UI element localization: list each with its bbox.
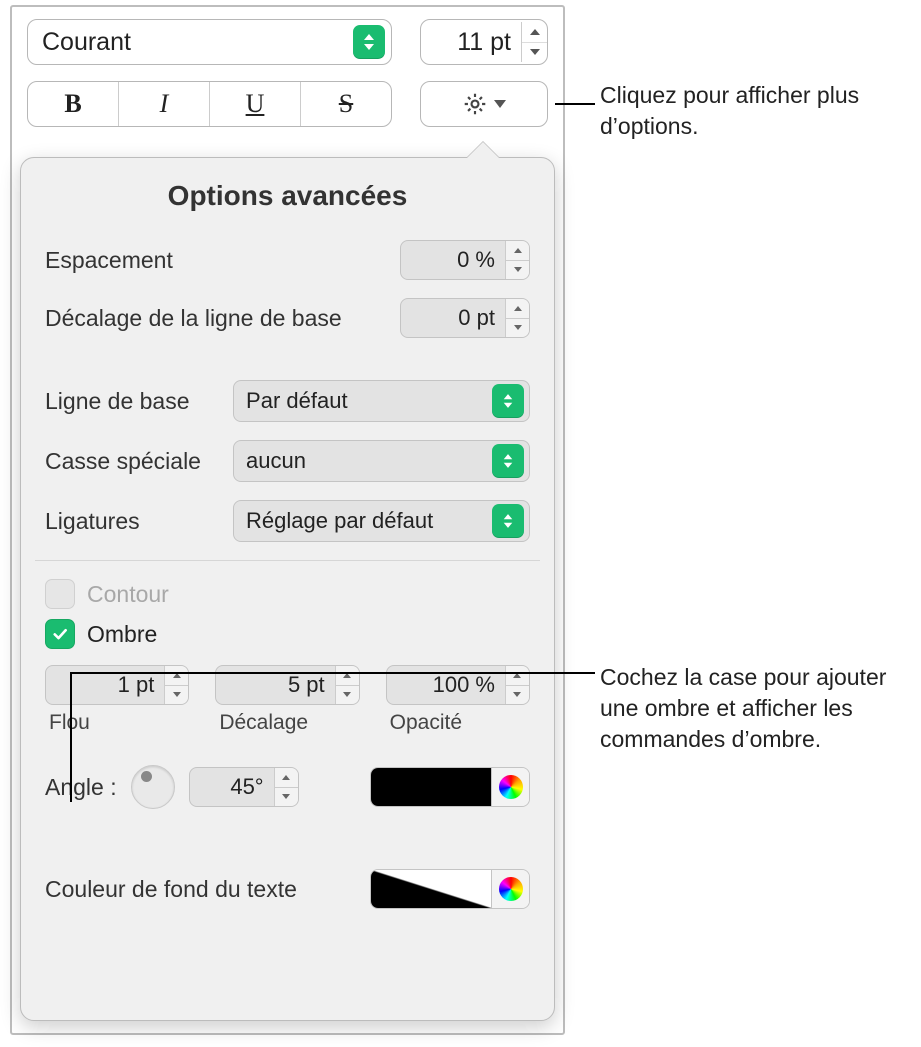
shadow-color-well[interactable] <box>370 767 530 807</box>
ligatures-select[interactable]: Réglage par défaut <box>233 500 530 542</box>
stepper-icon <box>274 768 298 806</box>
chevron-down-icon <box>494 100 506 108</box>
shadow-blur-label: Flou <box>45 711 189 735</box>
baseline-shift-stepper[interactable]: 0 pt <box>400 298 530 338</box>
font-family-value: Courant <box>28 28 353 57</box>
caps-label: Casse spéciale <box>45 448 233 475</box>
advanced-options-popover: Options avancées Espacement 0 % Décalage… <box>20 157 555 1021</box>
font-size-value: 11 pt <box>421 28 521 57</box>
baseline-value: Par défaut <box>234 388 492 414</box>
spacing-label: Espacement <box>45 247 400 274</box>
stepper-icon <box>505 241 529 279</box>
shadow-color-swatch <box>371 768 491 806</box>
dropdown-icon <box>492 444 524 478</box>
text-style-segmented: B I U S <box>27 81 392 127</box>
shadow-checkbox[interactable] <box>45 619 75 649</box>
baseline-label: Ligne de base <box>45 388 233 415</box>
callout-leader <box>70 672 72 802</box>
spacing-value: 0 % <box>401 247 505 273</box>
callout-leader <box>555 103 595 105</box>
shadow-opacity-label: Opacité <box>386 711 530 735</box>
shadow-opacity-value: 100 % <box>387 672 505 698</box>
bold-button[interactable]: B <box>28 82 119 126</box>
check-icon <box>51 625 69 643</box>
advanced-options-button[interactable] <box>420 81 548 127</box>
shadow-offset-value: 5 pt <box>216 672 334 698</box>
baseline-shift-value: 0 pt <box>401 305 505 331</box>
shadow-label: Ombre <box>87 621 157 648</box>
baseline-select[interactable]: Par défaut <box>233 380 530 422</box>
baseline-shift-label: Décalage de la ligne de base <box>45 305 400 332</box>
inspector-panel: Courant 11 pt B I U S <box>10 5 565 1035</box>
text-bg-color-label: Couleur de fond du texte <box>45 876 370 903</box>
shadow-offset-stepper[interactable]: 5 pt <box>215 665 359 705</box>
stepper-icon <box>505 299 529 337</box>
angle-label: Angle : <box>45 774 117 801</box>
outline-label: Contour <box>87 581 169 608</box>
italic-button[interactable]: I <box>119 82 210 126</box>
ligatures-label: Ligatures <box>45 508 233 535</box>
callout-leader <box>70 672 595 674</box>
outline-checkbox[interactable] <box>45 579 75 609</box>
shadow-offset-label: Décalage <box>215 711 359 735</box>
color-wheel-icon <box>499 775 523 799</box>
angle-dial[interactable] <box>131 765 175 809</box>
shadow-opacity-stepper[interactable]: 100 % <box>386 665 530 705</box>
spacing-stepper[interactable]: 0 % <box>400 240 530 280</box>
dropdown-icon <box>492 384 524 418</box>
font-family-select[interactable]: Courant <box>27 19 392 65</box>
divider <box>35 560 540 561</box>
callout-shadow: Cochez la case pour ajouter une ombre et… <box>600 662 900 755</box>
text-bg-color-well[interactable] <box>370 869 530 909</box>
shadow-blur-value: 1 pt <box>46 672 164 698</box>
color-wheel-icon <box>499 877 523 901</box>
shadow-blur-stepper[interactable]: 1 pt <box>45 665 189 705</box>
ligatures-value: Réglage par défaut <box>234 508 492 534</box>
color-picker-button[interactable] <box>491 870 529 908</box>
callout-gear: Cliquez pour afficher plus d’options. <box>600 80 900 142</box>
text-bg-color-swatch <box>371 870 491 908</box>
popover-title: Options avancées <box>45 180 530 212</box>
angle-stepper[interactable]: 45° <box>189 767 299 807</box>
font-size-stepper[interactable]: 11 pt <box>420 19 548 65</box>
dropdown-icon <box>492 504 524 538</box>
color-picker-button[interactable] <box>491 768 529 806</box>
caps-select[interactable]: aucun <box>233 440 530 482</box>
gear-icon <box>462 91 488 117</box>
underline-button[interactable]: U <box>210 82 301 126</box>
angle-value: 45° <box>190 774 274 800</box>
stepper-icon <box>521 22 547 62</box>
font-controls: Courant 11 pt B I U S <box>12 7 563 127</box>
dropdown-icon <box>353 25 385 59</box>
strikethrough-button[interactable]: S <box>301 82 391 126</box>
dial-indicator <box>141 771 152 782</box>
caps-value: aucun <box>234 448 492 474</box>
